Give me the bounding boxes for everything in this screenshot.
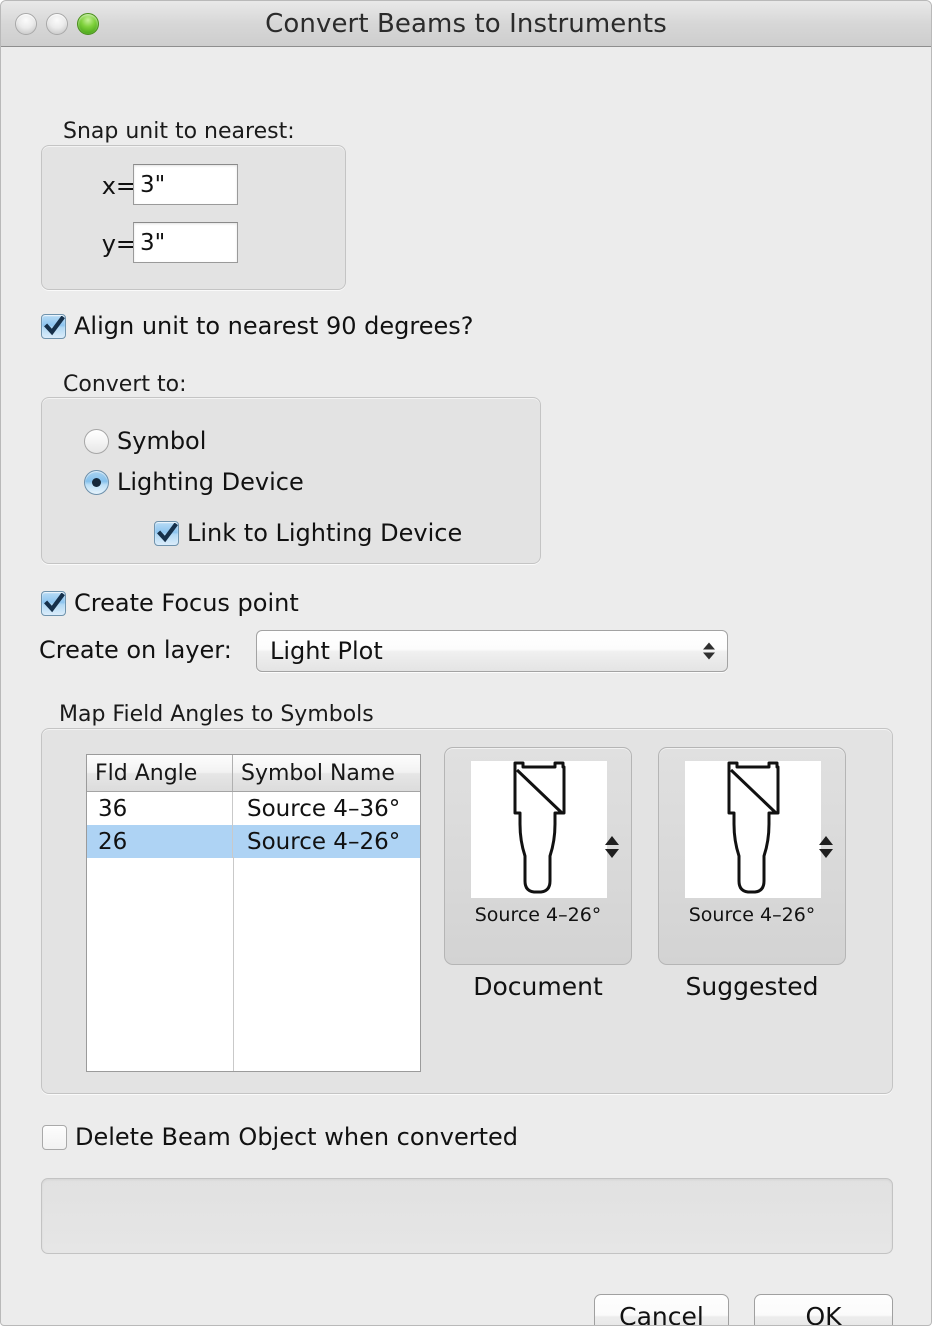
create-on-layer-value: Light Plot bbox=[270, 637, 383, 665]
create-on-layer-dropdown[interactable]: Light Plot bbox=[256, 630, 728, 672]
create-focus-point-row[interactable]: Create Focus point bbox=[41, 589, 299, 617]
title-bar: Convert Beams to Instruments bbox=[1, 1, 931, 47]
zoom-button[interactable] bbox=[77, 12, 99, 35]
radio-symbol[interactable] bbox=[84, 428, 109, 454]
delete-beam-object-row[interactable]: Delete Beam Object when converted bbox=[42, 1123, 518, 1151]
message-box bbox=[41, 1178, 893, 1254]
minimize-button[interactable] bbox=[46, 12, 68, 35]
map-field-angles-label: Map Field Angles to Symbols bbox=[59, 702, 374, 727]
message-text bbox=[42, 1179, 892, 1199]
table-empty-area[interactable] bbox=[87, 857, 420, 1071]
close-button[interactable] bbox=[15, 12, 37, 35]
document-caption: Document bbox=[473, 972, 603, 1001]
suggested-symbol-preview[interactable]: Source 4–26° bbox=[658, 747, 846, 965]
radio-symbol-row[interactable]: Symbol bbox=[84, 427, 206, 455]
lighting-instrument-icon bbox=[727, 761, 780, 894]
map-field-angles-group: Fld Angle Symbol Name 36 Source 4–36° 26… bbox=[41, 728, 893, 1094]
checkmark-icon bbox=[157, 522, 178, 542]
document-symbol-canvas bbox=[471, 761, 607, 898]
create-on-layer-label: Create on layer: bbox=[39, 636, 232, 664]
create-focus-point-label: Create Focus point bbox=[74, 589, 299, 617]
ok-button[interactable]: OK bbox=[754, 1294, 893, 1325]
table-header-row: Fld Angle Symbol Name bbox=[87, 755, 420, 792]
dialog-window: Convert Beams to Instruments Snap unit t… bbox=[0, 0, 932, 1326]
lighting-instrument-icon bbox=[513, 761, 566, 894]
cancel-button[interactable]: Cancel bbox=[594, 1294, 729, 1325]
convert-to-label: Convert to: bbox=[63, 372, 187, 397]
link-to-lighting-device-label: Link to Lighting Device bbox=[187, 519, 463, 547]
field-angle-table[interactable]: Fld Angle Symbol Name 36 Source 4–36° 26… bbox=[86, 754, 421, 1072]
suggested-symbol-canvas bbox=[685, 761, 821, 898]
column-header-fld-angle[interactable]: Fld Angle bbox=[87, 755, 233, 791]
checkmark-icon bbox=[44, 592, 65, 612]
snap-unit-label: Snap unit to nearest: bbox=[63, 119, 295, 144]
suggested-symbol-name: Source 4–26° bbox=[688, 904, 816, 926]
delete-beam-object-label: Delete Beam Object when converted bbox=[75, 1123, 519, 1151]
snap-y-label: y= bbox=[101, 230, 136, 258]
checkmark-icon bbox=[44, 315, 65, 335]
radio-lighting-device-row[interactable]: Lighting Device bbox=[84, 468, 304, 496]
suggested-preview-stepper[interactable] bbox=[819, 836, 833, 858]
table-row[interactable]: 36 Source 4–36° bbox=[87, 792, 420, 825]
link-to-lighting-device-row[interactable]: Link to Lighting Device bbox=[154, 519, 462, 547]
document-symbol-preview[interactable]: Source 4–26° bbox=[444, 747, 632, 965]
snap-x-input[interactable] bbox=[133, 164, 238, 205]
document-preview-stepper[interactable] bbox=[605, 836, 619, 858]
align-unit-label: Align unit to nearest 90 degrees? bbox=[74, 312, 474, 340]
align-unit-checkbox[interactable] bbox=[41, 313, 66, 339]
radio-lighting-device[interactable] bbox=[84, 469, 109, 495]
table-row[interactable]: 26 Source 4–26° bbox=[87, 825, 420, 858]
document-symbol-name: Source 4–26° bbox=[474, 904, 602, 926]
radio-symbol-label: Symbol bbox=[117, 427, 207, 455]
column-header-symbol-name[interactable]: Symbol Name bbox=[233, 755, 420, 791]
cell-symbol-name: Source 4–26° bbox=[247, 828, 401, 855]
snap-unit-group: x= y= bbox=[41, 145, 346, 290]
suggested-caption: Suggested bbox=[685, 972, 819, 1001]
window-controls bbox=[15, 12, 99, 35]
chevron-updown-icon bbox=[703, 642, 715, 660]
cell-fld-angle: 26 bbox=[87, 825, 233, 858]
snap-y-input[interactable] bbox=[133, 222, 238, 263]
radio-lighting-device-label: Lighting Device bbox=[117, 468, 304, 496]
window-title: Convert Beams to Instruments bbox=[265, 8, 667, 39]
cell-fld-angle: 36 bbox=[87, 792, 233, 825]
create-focus-point-checkbox[interactable] bbox=[41, 590, 66, 616]
link-to-lighting-device-checkbox[interactable] bbox=[154, 520, 179, 546]
convert-to-group: Symbol Lighting Device Link to Lighting … bbox=[41, 397, 541, 564]
snap-x-label: x= bbox=[101, 172, 136, 200]
delete-beam-object-checkbox[interactable] bbox=[42, 1124, 67, 1150]
align-unit-checkbox-row[interactable]: Align unit to nearest 90 degrees? bbox=[41, 312, 474, 340]
cell-symbol-name: Source 4–36° bbox=[247, 795, 401, 822]
